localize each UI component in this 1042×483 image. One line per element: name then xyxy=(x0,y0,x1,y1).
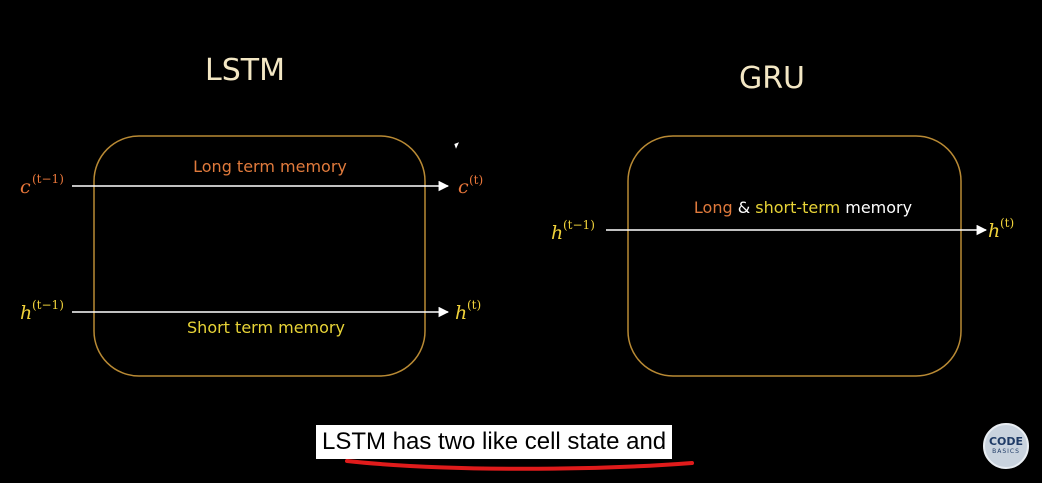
svg-text:h: h xyxy=(20,302,32,324)
svg-text:h: h xyxy=(988,220,1000,242)
svg-text:h: h xyxy=(551,222,563,244)
logo-bottom-text: BASICS xyxy=(992,448,1020,455)
lstm-input-c: c (t−1) xyxy=(20,172,64,198)
caption-underline xyxy=(345,459,694,471)
svg-text:c: c xyxy=(458,176,469,198)
subtitle-caption: LSTM has two like cell state and xyxy=(316,425,673,459)
svg-text:(t): (t) xyxy=(1000,216,1014,230)
svg-text:(t−1): (t−1) xyxy=(563,218,595,232)
gru-cell-box xyxy=(627,135,962,377)
long-term-memory-label: Long term memory xyxy=(193,157,347,176)
svg-text:h: h xyxy=(455,302,467,324)
diagram-canvas: LSTM Long term memory Short term memory … xyxy=(20,53,1014,471)
lstm-input-h: h (t−1) xyxy=(20,298,64,324)
gru-input-h: h (t−1) xyxy=(551,218,595,244)
svg-text:(t): (t) xyxy=(469,173,483,187)
svg-text:(t−1): (t−1) xyxy=(32,172,64,186)
lstm-output-c: c (t) xyxy=(458,173,483,198)
lstm-output-h: h (t) xyxy=(455,298,481,324)
short-term-memory-label: Short term memory xyxy=(187,318,345,337)
gru-title: GRU xyxy=(739,61,805,96)
svg-text:(t): (t) xyxy=(467,298,481,312)
codebasics-logo: CODE BASICS xyxy=(983,423,1029,469)
svg-text:c: c xyxy=(20,176,31,198)
logo-top-text: CODE xyxy=(988,435,1024,448)
gru-output-h: h (t) xyxy=(988,216,1014,242)
svg-text:(t−1): (t−1) xyxy=(32,298,64,312)
gru-memory-label: Long & short-term memory xyxy=(694,198,912,217)
lstm-title: LSTM xyxy=(205,53,285,88)
